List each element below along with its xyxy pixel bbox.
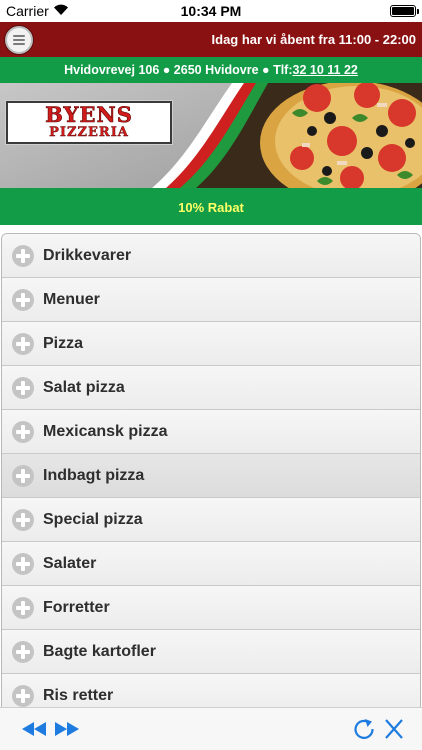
plus-icon — [12, 333, 34, 355]
category-item[interactable]: Forretter — [2, 586, 420, 630]
category-label: Salat pizza — [43, 379, 125, 396]
byens-pizzeria-logo: BYENS PIZZERIA — [6, 101, 172, 144]
category-list: Drikkevarer Menuer Pizza Salat pizza Mexican… — [0, 233, 422, 707]
category-label: Indbagt pizza — [43, 467, 145, 484]
hamburger-menu-button[interactable] — [5, 26, 33, 54]
plus-icon — [12, 685, 34, 707]
opening-hours: Idag har vi åbent fra 11:00 - 22:00 — [211, 32, 416, 47]
rewind-icon[interactable] — [20, 716, 48, 742]
battery-icon — [390, 5, 419, 17]
logo-line1: BYENS — [45, 102, 133, 127]
status-bar: Carrier 10:34 PM — [0, 0, 422, 22]
category-label: Ris retter — [43, 687, 114, 704]
plus-icon — [12, 465, 34, 487]
spacer — [0, 225, 422, 233]
category-item[interactable]: Salater — [2, 542, 420, 586]
category-list-inner: Drikkevarer Menuer Pizza Salat pizza Mexican… — [1, 233, 421, 707]
reload-icon[interactable] — [350, 716, 378, 742]
status-time: 10:34 PM — [180, 3, 242, 19]
top-header: Idag har vi åbent fra 11:00 - 22:00 — [0, 22, 422, 57]
category-item[interactable]: Salat pizza — [2, 366, 420, 410]
plus-icon — [12, 245, 34, 267]
plus-icon — [12, 289, 34, 311]
bottom-toolbar — [0, 707, 422, 750]
category-item[interactable]: Indbagt pizza — [2, 454, 420, 498]
close-icon[interactable] — [380, 716, 408, 742]
category-label: Forretter — [43, 599, 110, 616]
plus-icon — [12, 597, 34, 619]
category-label: Salater — [43, 555, 97, 572]
plus-icon — [12, 553, 34, 575]
category-label: Drikkevarer — [43, 247, 132, 264]
category-item[interactable]: Pizza — [2, 322, 420, 366]
category-item[interactable]: Bagte kartofler — [2, 630, 420, 674]
category-label: Special pizza — [43, 511, 143, 528]
plus-icon — [12, 509, 34, 531]
category-item[interactable]: Drikkevarer — [2, 234, 420, 278]
fast-forward-icon[interactable] — [53, 716, 81, 742]
category-label: Menuer — [43, 291, 100, 308]
category-label: Mexicansk pizza — [43, 423, 168, 440]
plus-icon — [12, 377, 34, 399]
category-item[interactable]: Special pizza — [2, 498, 420, 542]
phone-link[interactable]: 32 10 11 22 — [293, 63, 358, 77]
plus-icon — [12, 421, 34, 443]
discount-banner: 10% Rabat — [0, 188, 422, 225]
hero-banner: BYENS PIZZERIA — [0, 83, 422, 188]
logo-line2: PIZZERIA — [49, 125, 129, 140]
category-item[interactable]: Mexicansk pizza — [2, 410, 420, 454]
category-item[interactable]: Menuer — [2, 278, 420, 322]
address-text: Hvidovrevej 106 ● 2650 Hvidovre ● Tlf: — [64, 63, 293, 77]
category-label: Bagte kartofler — [43, 643, 156, 660]
address-bar: Hvidovrevej 106 ● 2650 Hvidovre ● Tlf:32… — [0, 57, 422, 83]
category-item[interactable]: Ris retter — [2, 674, 420, 707]
category-label: Pizza — [43, 335, 84, 352]
plus-icon — [12, 641, 34, 663]
pizza-image — [152, 83, 422, 188]
